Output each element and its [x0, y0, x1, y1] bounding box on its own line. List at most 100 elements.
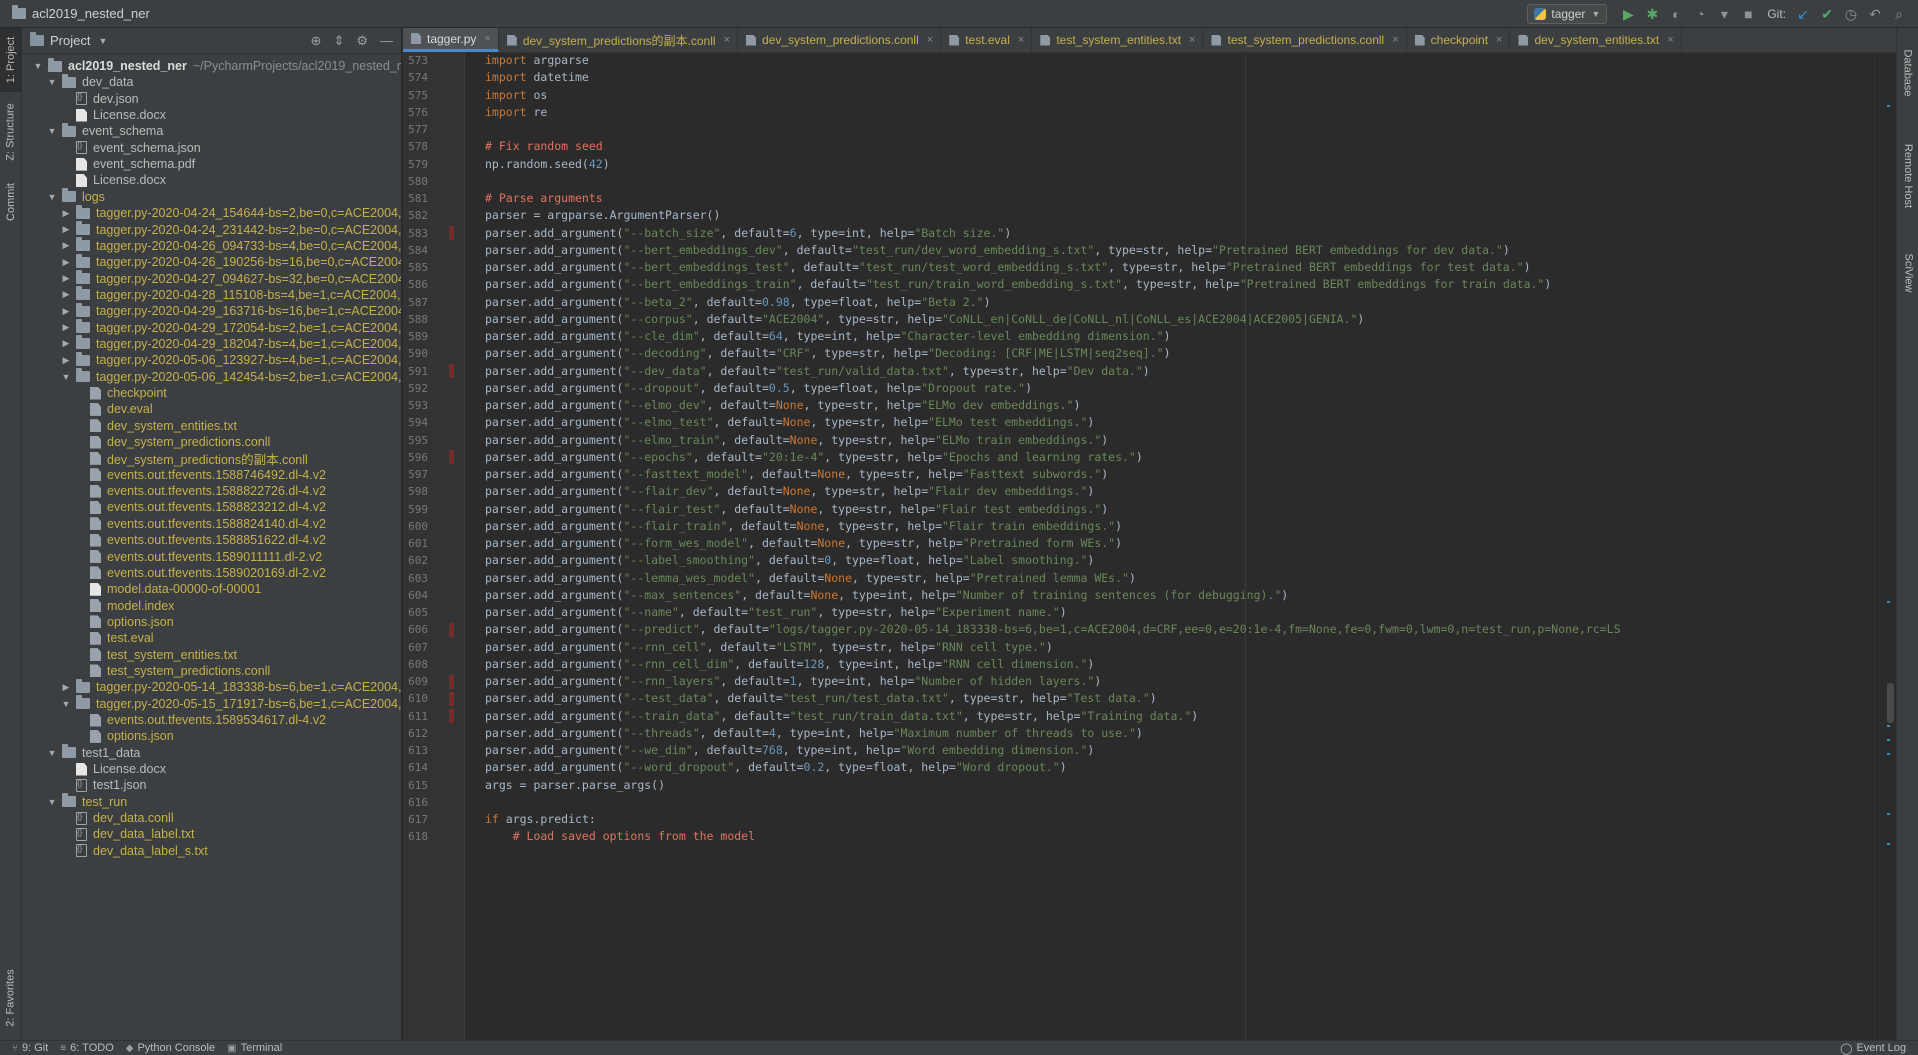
- expand-arrow-icon[interactable]: ▼: [46, 77, 58, 87]
- collapse-all-icon[interactable]: ⇕: [333, 33, 344, 49]
- build-icon[interactable]: ▾: [1713, 3, 1735, 25]
- code-line[interactable]: import os: [485, 87, 547, 104]
- code-line[interactable]: parser.add_argument("--cle_dim", default…: [485, 328, 1171, 345]
- search-everywhere-icon[interactable]: ⌕: [1888, 3, 1910, 25]
- collapse-arrow-icon[interactable]: ▶: [60, 240, 72, 251]
- code-line[interactable]: parser.add_argument("--batch_size", defa…: [485, 225, 1011, 242]
- locate-file-icon[interactable]: ⊕: [311, 33, 322, 49]
- close-icon[interactable]: ×: [724, 34, 730, 46]
- collapse-arrow-icon[interactable]: ▶: [60, 682, 72, 693]
- tool-tab-git[interactable]: ⑂ 9: Git: [12, 1042, 48, 1054]
- collapse-arrow-icon[interactable]: ▶: [60, 224, 72, 235]
- change-marker[interactable]: [449, 709, 454, 723]
- code-line[interactable]: import datetime: [485, 69, 589, 86]
- code-line[interactable]: import argparse: [485, 53, 589, 69]
- collapse-arrow-icon[interactable]: ▶: [60, 289, 72, 300]
- code-line[interactable]: parser.add_argument("--rnn_layers", defa…: [485, 673, 1101, 690]
- code-line[interactable]: parser.add_argument("--rnn_cell_dim", de…: [485, 656, 1094, 673]
- code-line[interactable]: parser.add_argument("--word_dropout", de…: [485, 759, 1067, 776]
- close-icon[interactable]: ×: [927, 34, 933, 46]
- editor-scrollbar[interactable]: [1874, 53, 1896, 1040]
- chevron-down-icon[interactable]: ▼: [98, 36, 107, 46]
- code-line[interactable]: args = parser.parse_args(): [485, 777, 665, 794]
- run-icon[interactable]: ▶: [1617, 3, 1639, 25]
- tool-tab-terminal[interactable]: ▣ Terminal: [227, 1042, 282, 1054]
- tool-tab-remote-host[interactable]: Remote Host: [1897, 126, 1918, 226]
- git-history-icon[interactable]: ◷: [1840, 3, 1862, 25]
- project-breadcrumb[interactable]: acl2019_nested_ner: [0, 0, 150, 28]
- line-number-gutter[interactable]: 573 574 575 576 577 578 579 580 581 582 583 584 585 5…: [403, 53, 465, 1040]
- event-log[interactable]: ◯ Event Log: [1840, 1042, 1906, 1055]
- collapse-arrow-icon[interactable]: ▶: [60, 273, 72, 284]
- code-line[interactable]: parser.add_argument("--flair_test", defa…: [485, 501, 1108, 518]
- change-marker[interactable]: [449, 674, 454, 689]
- project-panel-title[interactable]: Project: [50, 33, 90, 48]
- collapse-arrow-icon[interactable]: ▶: [60, 322, 72, 333]
- code-line[interactable]: parser.add_argument("--elmo_train", defa…: [485, 432, 1108, 449]
- change-marker[interactable]: [449, 622, 454, 637]
- close-icon[interactable]: ×: [1496, 34, 1502, 46]
- stop-icon[interactable]: ■: [1737, 3, 1759, 25]
- change-marker[interactable]: [449, 364, 454, 378]
- code-line[interactable]: parser.add_argument("--dev_data", defaul…: [485, 363, 1150, 380]
- code-line[interactable]: parser.add_argument("--epochs", default=…: [485, 449, 1143, 466]
- gear-icon[interactable]: ⚙: [356, 33, 368, 49]
- tool-tab-structure[interactable]: Z: Structure: [0, 96, 22, 168]
- tool-tab-commit[interactable]: Commit: [0, 174, 22, 230]
- close-icon[interactable]: ×: [1667, 34, 1673, 46]
- close-icon[interactable]: ×: [1189, 34, 1195, 46]
- code-line[interactable]: parser.add_argument("--fasttext_model", …: [485, 466, 1108, 483]
- debug-icon[interactable]: ✱: [1641, 3, 1663, 25]
- code-editor[interactable]: import argparse import datetime import os i…: [485, 53, 1874, 1040]
- code-line[interactable]: # Parse arguments: [485, 190, 603, 207]
- code-line[interactable]: parser.add_argument("--corpus", default=…: [485, 311, 1364, 328]
- collapse-arrow-icon[interactable]: ▶: [60, 306, 72, 317]
- change-marker[interactable]: [449, 226, 454, 240]
- close-icon[interactable]: ×: [1392, 34, 1398, 46]
- change-marker[interactable]: [449, 691, 454, 706]
- tool-tab-todo[interactable]: ≡ 6: TODO: [60, 1042, 113, 1054]
- git-rollback-icon[interactable]: ↶: [1864, 3, 1886, 25]
- code-line[interactable]: parser.add_argument("--beta_2", default=…: [485, 294, 991, 311]
- tool-tab-favorites[interactable]: 2: Favorites: [0, 958, 22, 1038]
- expand-arrow-icon[interactable]: ▼: [32, 61, 44, 71]
- tool-tab-python-console[interactable]: ◆ Python Console: [126, 1042, 215, 1054]
- editor-tab[interactable]: test.eval ×: [941, 28, 1033, 52]
- code-line[interactable]: import re: [485, 104, 547, 121]
- profile-icon[interactable]: ◔: [1689, 3, 1711, 25]
- code-line[interactable]: # Load saved options from the model: [485, 828, 755, 845]
- code-line[interactable]: np.random.seed(42): [485, 156, 610, 173]
- code-line[interactable]: parser.add_argument("--name", default="t…: [485, 604, 1067, 621]
- editor-tab[interactable]: dev_system_predictions.conll ×: [738, 28, 942, 52]
- code-line[interactable]: parser.add_argument("--flair_dev", defau…: [485, 483, 1094, 500]
- code-line[interactable]: parser.add_argument("--threads", default…: [485, 725, 1143, 742]
- expand-arrow-icon[interactable]: ▼: [46, 748, 58, 758]
- git-commit-icon[interactable]: ✔: [1816, 3, 1838, 25]
- code-line[interactable]: parser.add_argument("--test_data", defau…: [485, 690, 1157, 707]
- close-icon[interactable]: ×: [1018, 34, 1024, 46]
- tool-tab-database[interactable]: Database: [1897, 38, 1918, 108]
- code-line[interactable]: parser.add_argument("--flair_train", def…: [485, 518, 1122, 535]
- code-line[interactable]: parser.add_argument("--label_smoothing",…: [485, 552, 1094, 569]
- tool-tab-project[interactable]: 1: Project: [0, 28, 22, 92]
- editor-tab[interactable]: test_system_predictions.conll ×: [1203, 28, 1407, 52]
- expand-arrow-icon[interactable]: ▼: [46, 126, 58, 136]
- scrollbar-thumb[interactable]: [1887, 683, 1894, 723]
- code-line[interactable]: parser.add_argument("--elmo_test", defau…: [485, 414, 1094, 431]
- code-line[interactable]: parser.add_argument("--we_dim", default=…: [485, 742, 1094, 759]
- run-configuration-select[interactable]: tagger ▼: [1527, 4, 1608, 24]
- collapse-arrow-icon[interactable]: ▶: [60, 208, 72, 219]
- change-marker[interactable]: [449, 450, 454, 465]
- code-line[interactable]: if args.predict:: [485, 811, 596, 828]
- editor-tab[interactable]: tagger.py ×: [403, 28, 499, 52]
- tool-tab-sciview[interactable]: SciView: [1897, 238, 1918, 308]
- code-line[interactable]: parser.add_argument("--bert_embeddings_d…: [485, 242, 1510, 259]
- code-line[interactable]: parser.add_argument("--bert_embeddings_t…: [485, 259, 1531, 276]
- collapse-arrow-icon[interactable]: ▶: [60, 355, 72, 366]
- editor-tab[interactable]: checkpoint ×: [1407, 28, 1511, 52]
- code-line[interactable]: parser.add_argument("--rnn_cell", defaul…: [485, 639, 1053, 656]
- editor-tab[interactable]: dev_system_predictions的副本.conll ×: [499, 28, 738, 52]
- code-line[interactable]: parser.add_argument("--dropout", default…: [485, 380, 1032, 397]
- code-line[interactable]: parser = argparse.ArgumentParser(): [485, 207, 720, 224]
- code-line[interactable]: parser.add_argument("--lemma_wes_model",…: [485, 570, 1136, 587]
